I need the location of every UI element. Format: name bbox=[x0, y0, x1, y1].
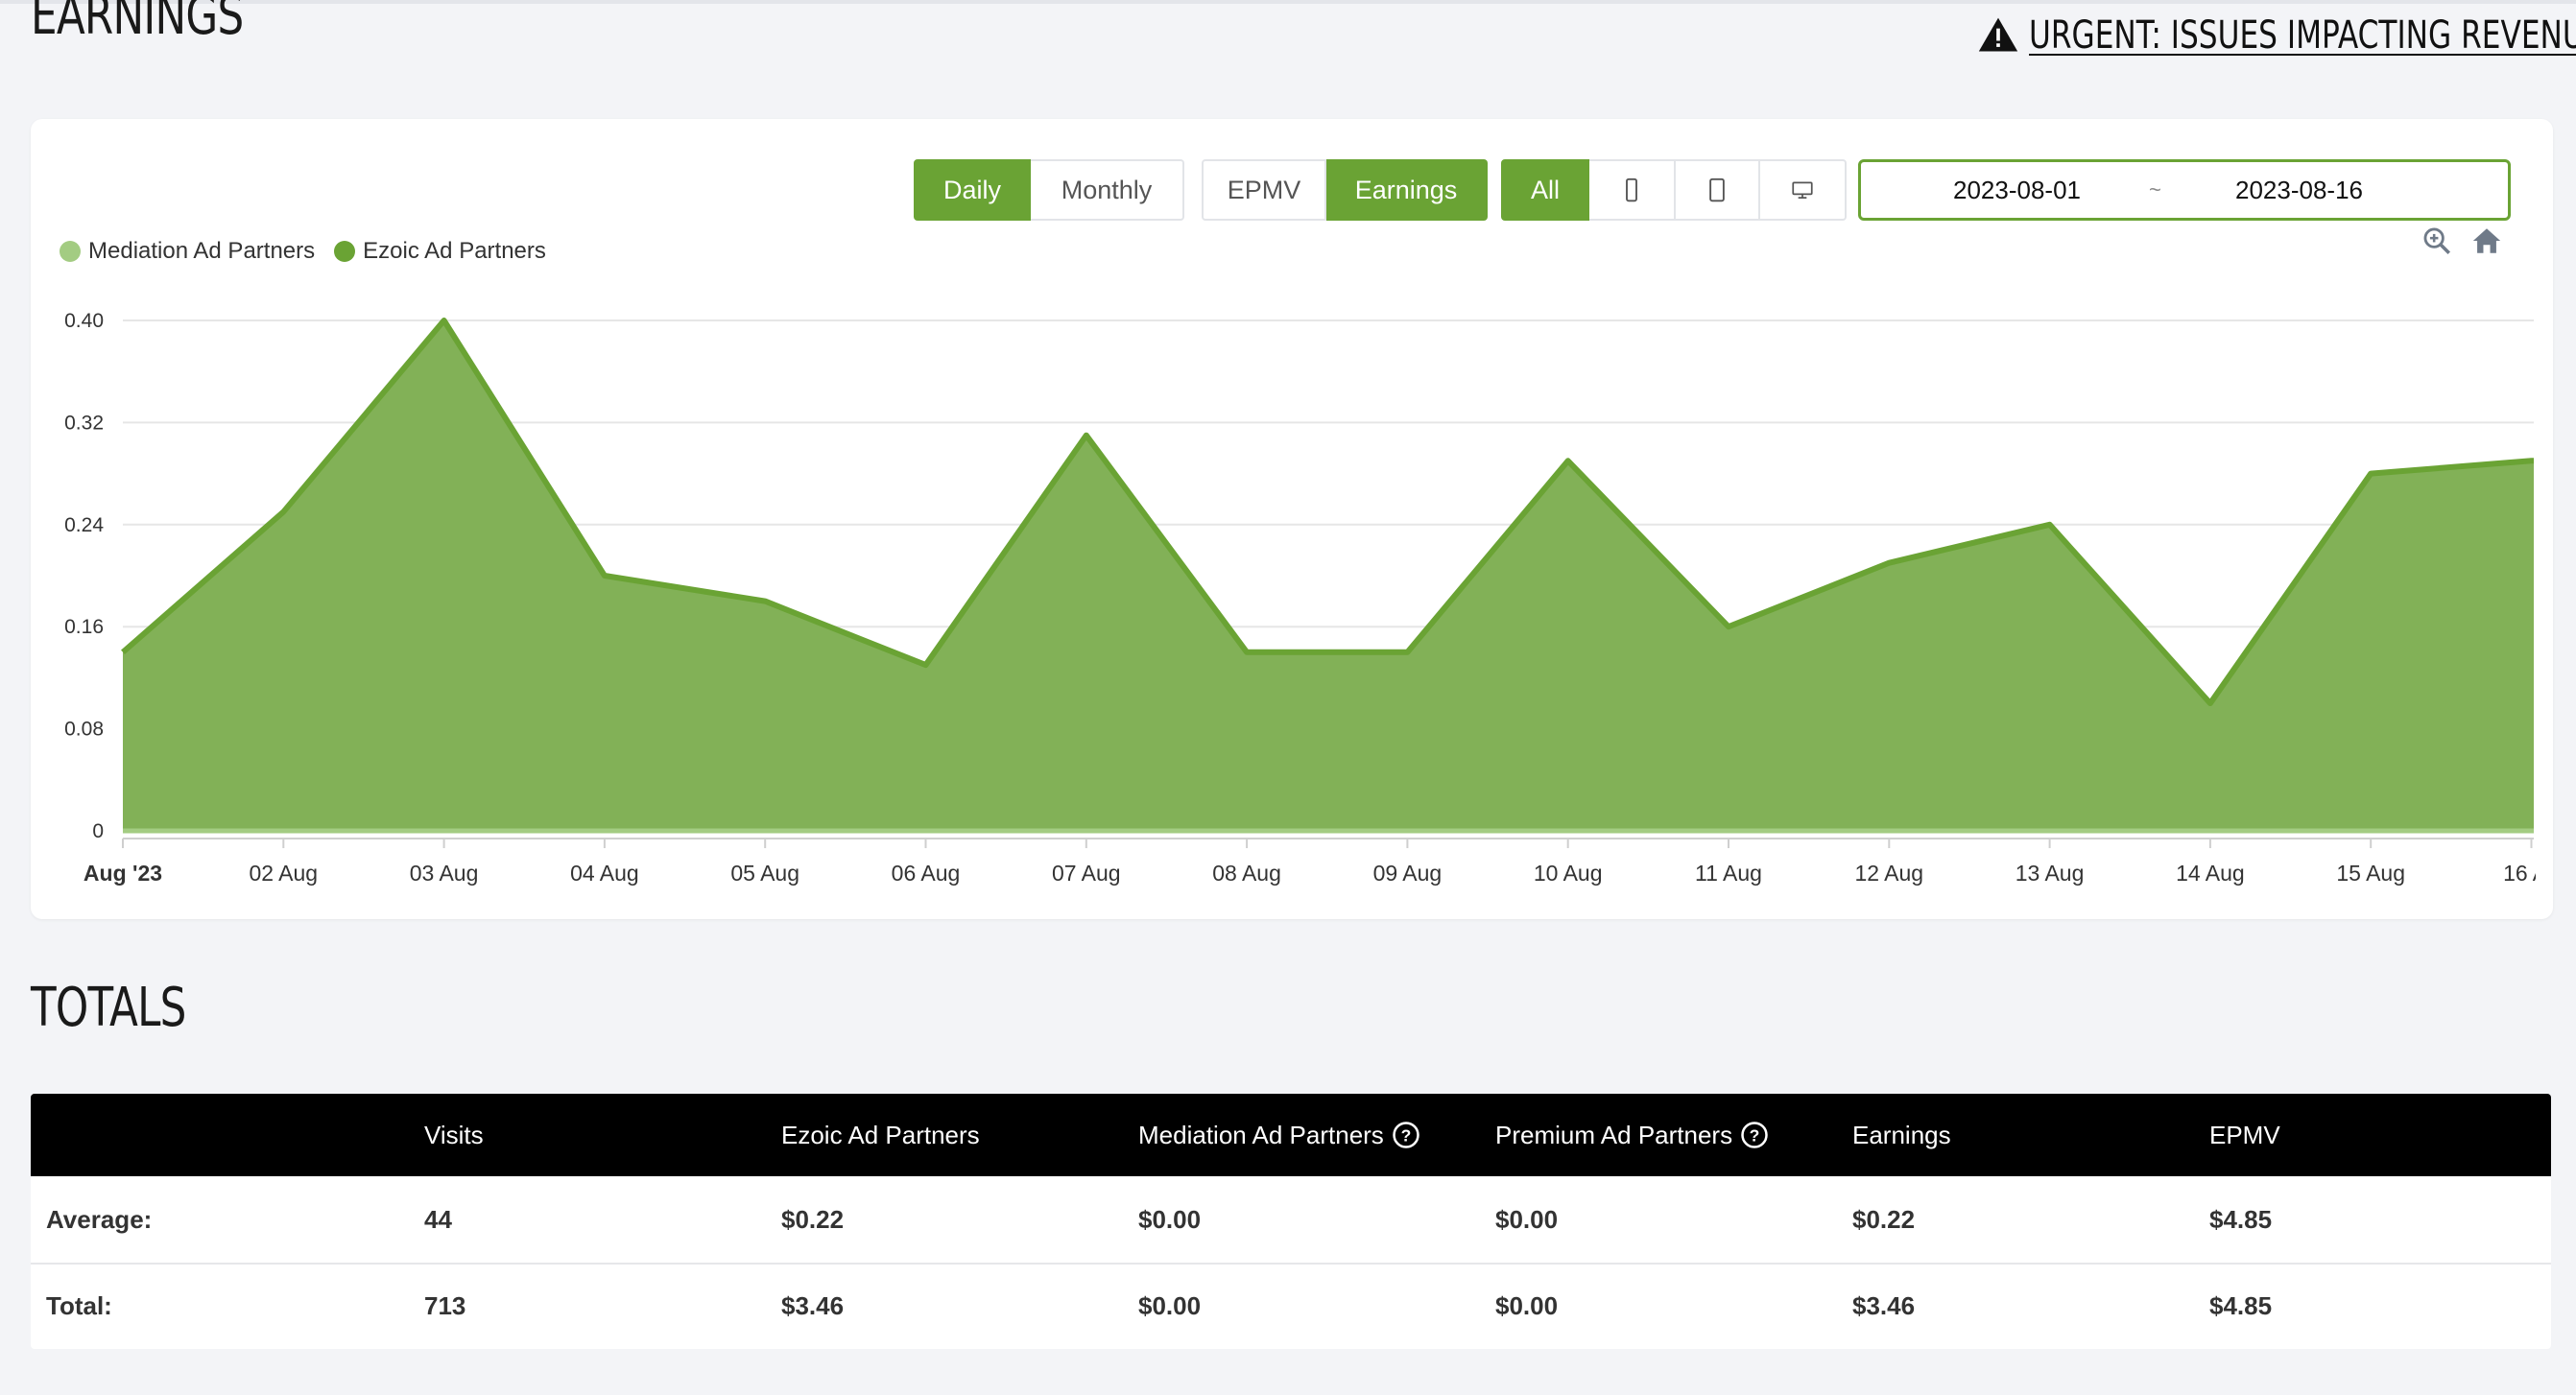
date-start[interactable]: 2023-08-01 bbox=[1953, 176, 2081, 205]
column-header-6: EPMV bbox=[2209, 1094, 2280, 1176]
date-range-picker[interactable]: 2023-08-01 ~ 2023-08-16 bbox=[1858, 159, 2511, 221]
x-tick-label: 08 Aug bbox=[1212, 861, 1281, 886]
x-tick-label: 11 Aug bbox=[1695, 861, 1762, 886]
x-tick-label: 07 Aug bbox=[1052, 861, 1121, 886]
help-icon[interactable]: ? bbox=[1392, 1121, 1420, 1149]
table-cell: $3.46 bbox=[781, 1290, 845, 1320]
column-header-4: Premium Ad Partners? bbox=[1495, 1094, 1769, 1176]
x-tick-label: 04 Aug bbox=[570, 861, 639, 886]
column-header-5: Earnings bbox=[1852, 1094, 1951, 1176]
help-icon[interactable]: ? bbox=[1740, 1121, 1769, 1149]
date-end[interactable]: 2023-08-16 bbox=[2235, 176, 2363, 205]
urgent-issues-link[interactable]: URGENT: ISSUES IMPACTING REVENUE (4) bbox=[1977, 13, 2576, 58]
x-tick-label: 12 Aug bbox=[1854, 861, 1923, 886]
table-cell: 44 bbox=[424, 1204, 452, 1234]
desktop-monitor-icon bbox=[1792, 181, 1813, 199]
tablet-button[interactable] bbox=[1676, 159, 1760, 221]
table-cell: $0.22 bbox=[781, 1204, 845, 1234]
metric-toggle: EPMV Earnings bbox=[1202, 159, 1488, 221]
table-row: Total: 713 $3.46 $0.00 $0.00 $3.46 $4.85 bbox=[31, 1263, 2551, 1349]
legend-dot-mediation bbox=[60, 241, 81, 262]
column-header-label: EPMV bbox=[2209, 1120, 2280, 1149]
table-cell: $3.46 bbox=[1852, 1290, 1916, 1320]
x-tick-label: 03 Aug bbox=[410, 861, 479, 886]
column-header-3: Mediation Ad Partners? bbox=[1138, 1094, 1420, 1176]
daily-button[interactable]: Daily bbox=[914, 159, 1031, 221]
ezoic-area bbox=[123, 320, 2534, 831]
y-tick-label: 0 bbox=[92, 820, 104, 842]
column-header-label: Visits bbox=[424, 1120, 484, 1149]
x-tick-label: 16 Au bbox=[2503, 861, 2553, 886]
column-header-label: Ezoic Ad Partners bbox=[781, 1120, 980, 1149]
table-cell: $0.00 bbox=[1138, 1204, 1202, 1234]
column-header-label: Premium Ad Partners bbox=[1495, 1120, 1733, 1149]
all-devices-button[interactable]: All bbox=[1501, 159, 1589, 221]
totals-table: Visits Ezoic Ad Partners Mediation Ad Part… bbox=[31, 1094, 2551, 1349]
legend-mediation[interactable]: Mediation Ad Partners bbox=[60, 238, 315, 265]
epmv-button[interactable]: EPMV bbox=[1202, 159, 1326, 221]
svg-text:?: ? bbox=[1750, 1125, 1760, 1145]
tablet-icon bbox=[1709, 177, 1725, 202]
mobile-button[interactable] bbox=[1589, 159, 1676, 221]
x-tick-label: 13 Aug bbox=[2015, 861, 2085, 886]
table-cell: $4.85 bbox=[2209, 1204, 2273, 1234]
table-row: Average: 44 $0.22 $0.00 $0.00 $0.22 $4.85 bbox=[31, 1176, 2551, 1265]
device-toggle: All bbox=[1501, 159, 1847, 221]
mobile-phone-icon bbox=[1626, 177, 1637, 202]
column-header-1: Visits bbox=[424, 1094, 484, 1176]
chart-tools bbox=[2421, 225, 2503, 257]
chart-legend: Mediation Ad Partners Ezoic Ad Partners bbox=[60, 238, 546, 265]
earnings-chart-card: 0 0.08 0.16 0.24 0.32 0.40 Aug '23 02 Aug 03 Aug… bbox=[31, 119, 2553, 919]
y-tick-label: 0.24 bbox=[64, 514, 104, 536]
legend-ezoic[interactable]: Ezoic Ad Partners bbox=[334, 238, 546, 265]
legend-dot-ezoic bbox=[334, 241, 356, 262]
x-tick-label: 15 Aug bbox=[2336, 861, 2405, 886]
period-toggle: Daily Monthly bbox=[914, 159, 1184, 221]
table-cell: Average: bbox=[46, 1204, 153, 1234]
x-tick-label: 05 Aug bbox=[730, 861, 799, 886]
table-cell: 713 bbox=[424, 1290, 466, 1320]
earnings-button[interactable]: Earnings bbox=[1326, 159, 1488, 221]
table-cell: $0.00 bbox=[1138, 1290, 1202, 1320]
column-header-label: Mediation Ad Partners bbox=[1138, 1120, 1384, 1149]
totals-title: TOTALS bbox=[31, 977, 186, 1039]
column-header-label: Earnings bbox=[1852, 1120, 1951, 1149]
x-tick-label: 02 Aug bbox=[249, 861, 318, 886]
legend-label-mediation: Mediation Ad Partners bbox=[88, 238, 316, 264]
table-header: Visits Ezoic Ad Partners Mediation Ad Part… bbox=[31, 1094, 2551, 1176]
top-border bbox=[0, 0, 2576, 4]
x-tick-label: 10 Aug bbox=[1534, 861, 1603, 886]
x-tick-label: 06 Aug bbox=[892, 861, 961, 886]
table-cell: $0.22 bbox=[1852, 1204, 1916, 1234]
urgent-issues-label[interactable]: URGENT: ISSUES IMPACTING REVENUE (4) bbox=[2029, 13, 2576, 58]
table-cell: Total: bbox=[46, 1290, 112, 1320]
svg-text:?: ? bbox=[1400, 1125, 1411, 1145]
home-reset-icon[interactable] bbox=[2470, 225, 2503, 257]
y-tick-label: 0.32 bbox=[64, 412, 104, 434]
page-title: EARNINGS bbox=[31, 0, 244, 47]
warning-icon bbox=[1978, 17, 2018, 52]
x-tick-label: 09 Aug bbox=[1373, 861, 1443, 886]
monthly-button[interactable]: Monthly bbox=[1031, 159, 1184, 221]
x-tick-label: 14 Aug bbox=[2176, 861, 2245, 886]
y-tick-label: 0.40 bbox=[64, 310, 104, 332]
column-header-2: Ezoic Ad Partners bbox=[781, 1094, 980, 1176]
y-tick-label: 0.16 bbox=[64, 616, 104, 638]
table-cell: $0.00 bbox=[1495, 1204, 1559, 1234]
x-tick-label: Aug '23 bbox=[83, 861, 162, 886]
table-cell: $4.85 bbox=[2209, 1290, 2273, 1320]
y-tick-label: 0.08 bbox=[64, 719, 104, 741]
zoom-in-icon[interactable] bbox=[2421, 225, 2453, 257]
legend-label-ezoic: Ezoic Ad Partners bbox=[363, 238, 546, 264]
desktop-button[interactable] bbox=[1760, 159, 1847, 221]
table-cell: $0.00 bbox=[1495, 1290, 1559, 1320]
date-separator: ~ bbox=[2149, 177, 2161, 201]
